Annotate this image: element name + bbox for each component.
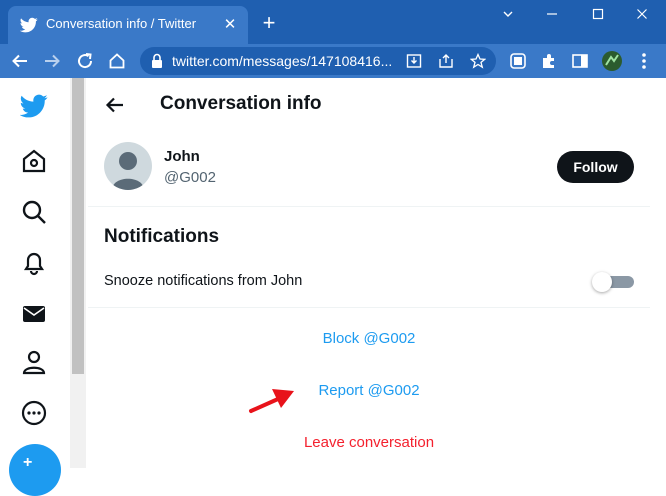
notifications-heading: Notifications — [104, 226, 220, 247]
address-bar[interactable]: twitter.com/messages/147108416... — [140, 47, 496, 75]
home-icon[interactable] — [20, 147, 48, 175]
avatar[interactable] — [104, 142, 152, 190]
profile-person-icon[interactable] — [20, 348, 48, 376]
conversation-info-panel: Conversation info John @G002 Follow Noti… — [88, 78, 650, 468]
snooze-toggle[interactable] — [592, 272, 634, 292]
leave-conversation-link[interactable]: Leave conversation — [88, 434, 650, 451]
tab-title: Conversation info / Twitter — [46, 16, 197, 31]
twitter-page: + Conversation info John @G002 Follow No… — [0, 78, 666, 496]
messages-mail-icon[interactable] — [20, 300, 48, 328]
profile-avatar-icon[interactable] — [600, 49, 624, 73]
twitter-favicon-icon — [19, 16, 38, 34]
user-handle: @G002 — [164, 169, 216, 186]
extensions-puzzle-icon[interactable] — [537, 49, 561, 73]
explore-search-icon[interactable] — [20, 198, 48, 226]
twitter-logo-icon[interactable] — [20, 92, 48, 120]
bookmark-star-icon[interactable] — [468, 51, 488, 71]
compose-tweet-button[interactable]: + — [9, 444, 61, 496]
user-display-name[interactable]: John — [164, 148, 200, 165]
close-window-icon[interactable] — [622, 2, 662, 28]
minimize-icon[interactable] — [532, 2, 572, 28]
browser-toolbar: twitter.com/messages/147108416... — [0, 44, 666, 78]
toggle-knob — [592, 272, 612, 292]
forward-nav-icon[interactable] — [40, 49, 64, 73]
home-browser-icon[interactable] — [105, 49, 129, 73]
page-title: Conversation info — [160, 93, 322, 114]
lock-icon[interactable] — [150, 53, 164, 74]
compose-plus-icon: + — [23, 454, 33, 471]
twitter-left-nav: + — [0, 78, 70, 496]
reading-mode-icon[interactable] — [506, 49, 530, 73]
share-icon[interactable] — [436, 51, 456, 71]
notifications-bell-icon[interactable] — [20, 249, 48, 277]
browser-menu-icon[interactable] — [632, 49, 656, 73]
block-user-link[interactable]: Block @G002 — [88, 330, 650, 347]
divider — [88, 206, 650, 207]
new-tab-button[interactable]: + — [258, 12, 280, 34]
follow-button[interactable]: Follow — [557, 151, 634, 183]
tab-close-icon[interactable]: ✕ — [220, 15, 240, 35]
scrollbar-thumb[interactable] — [72, 78, 84, 374]
page-scrollbar[interactable] — [70, 78, 86, 468]
reload-icon[interactable] — [73, 49, 97, 73]
more-icon[interactable] — [20, 399, 48, 427]
snooze-notifications-label: Snooze notifications from John — [104, 273, 303, 289]
tab-search-chevron-icon[interactable] — [488, 2, 528, 28]
browser-tab[interactable]: Conversation info / Twitter ✕ — [8, 6, 248, 44]
browser-tab-bar: Conversation info / Twitter ✕ + — [0, 0, 666, 44]
side-panel-icon[interactable] — [568, 49, 592, 73]
url-text[interactable]: twitter.com/messages/147108416... — [172, 53, 394, 69]
divider — [88, 307, 650, 308]
annotation-arrow-icon — [249, 389, 294, 413]
back-arrow-icon[interactable] — [104, 94, 126, 116]
report-user-link[interactable]: Report @G002 — [88, 382, 650, 399]
back-nav-icon[interactable] — [8, 49, 32, 73]
install-app-icon[interactable] — [404, 51, 424, 71]
maximize-icon[interactable] — [578, 2, 618, 28]
